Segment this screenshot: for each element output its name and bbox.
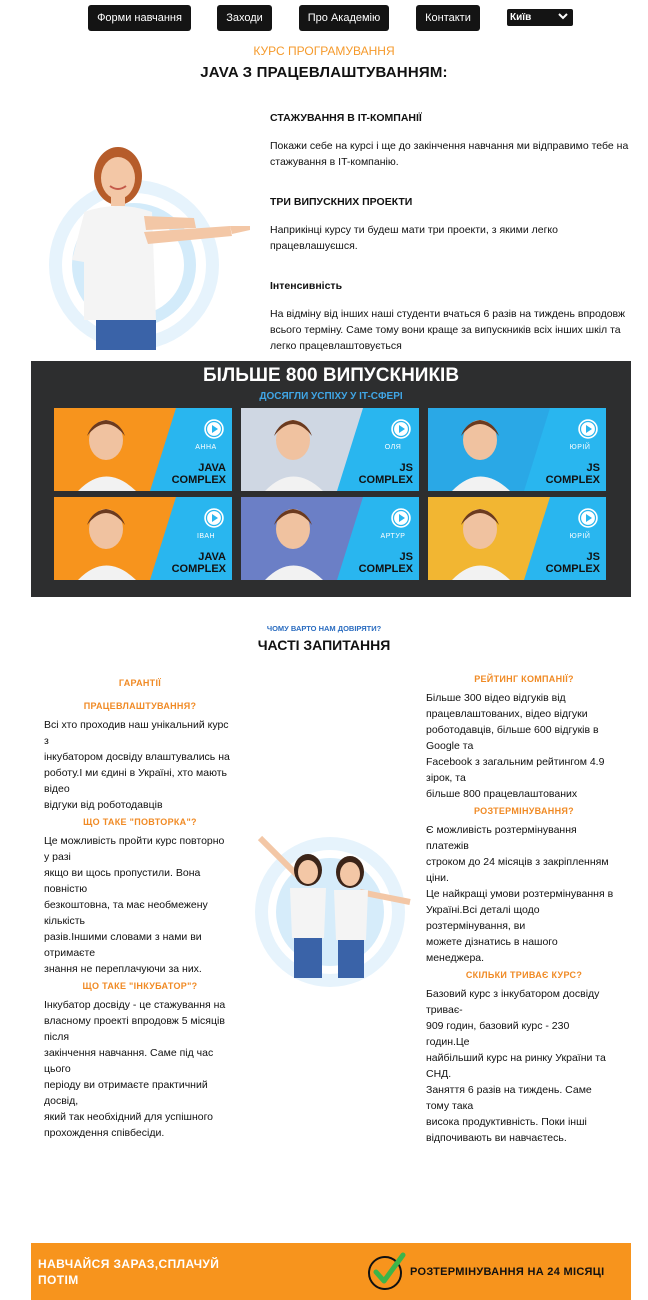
course-line-1: JS [399,551,413,563]
course-line-1: JAVA [198,551,226,563]
feature-text: Покажи себе на курсі і ще до закінчення … [270,140,629,168]
graduate-course: JS COMPLEX [359,551,413,575]
nav-contacts-button[interactable]: Контакти [416,5,480,31]
graduate-name: АННА [195,444,217,451]
course-line-1: JS [586,462,600,474]
city-select-value: Київ [510,12,532,23]
graduate-card[interactable]: ЮРІЙ JS COMPLEX [428,497,606,580]
graduate-course: JS COMPLEX [546,462,600,486]
hero-woman-pointing-image [49,147,250,350]
nav-about-button[interactable]: Про Академію [299,5,389,31]
installment-banner[interactable]: НАВЧАЙСЯ ЗАРАЗ,СПЛАЧУЙ ПОТІМ РОЗТЕРМІНУВ… [31,1243,631,1300]
graduates-section: БІЛЬШЕ 800 ВИПУСКНИКІВ ДОСЯГЛИ УСПІХУ У … [31,361,631,597]
faq-question: ГАРАНТІЇ [118,678,162,688]
city-select[interactable]: Київ [507,9,573,26]
faq-answer: Більше 300 відео відгуків від працевлашт… [426,692,605,800]
graduates-subtitle: ДОСЯГЛИ УСПІХУ У IT-СФЕРІ [259,391,403,402]
faq-kicker: ЧОМУ ВАРТО НАМ ДОВІРЯТИ? [266,624,382,633]
faq-title: ЧАСТІ ЗАПИТАННЯ [257,637,391,653]
top-nav: Форми навчання Заходи Про Академію Конта… [0,5,648,31]
graduate-name: ЮРІЙ [569,444,591,451]
feature-text: Наприкінці курсу ти будеш мати три проек… [270,224,558,252]
feature-text: На відміну від інших наші студенти вчать… [270,308,626,352]
faq-answer: Інкубатор досвіду - це стажування на вла… [44,999,226,1139]
feature-internship: СТАЖУВАННЯ В IT-КОМПАНІЇ Покажи себе на … [270,110,640,170]
hero-features: СТАЖУВАННЯ В IT-КОМПАНІЇ Покажи себе на … [270,110,640,354]
course-line-1: JS [399,462,413,474]
feature-projects: ТРИ ВИПУСКНИХ ПРОЕКТИ Наприкінці курсу т… [270,194,640,254]
course-line-2: COMPLEX [171,563,226,575]
faq-question: ЩО ТАКЕ "ІНКУБАТОР"? [82,981,198,991]
graduate-name: ІВАН [196,533,216,540]
course-line-2: COMPLEX [545,474,600,486]
course-kicker: КУРС ПРОГРАМУВАННЯ [253,44,395,58]
faq-right-column: РЕЙТИНГ КОМПАНІЇ? Більше 300 відео відгу… [426,674,622,1146]
feature-heading: СТАЖУВАННЯ В IT-КОМПАНІЇ [270,112,422,124]
graduate-name: ЮРІЙ [569,533,591,540]
chevron-down-icon [558,13,568,20]
feature-intensity: Інтенсивність На відміну від інших наші … [270,278,640,354]
play-icon[interactable] [576,417,600,441]
graduate-card[interactable]: АРТУР JS COMPLEX [241,497,419,580]
graduate-card[interactable]: ЮРІЙ JS COMPLEX [428,408,606,491]
course-line-2: COMPLEX [358,563,413,575]
graduate-course: JS COMPLEX [359,462,413,486]
faq-answer: Базовий курс з інкубатором досвіду трива… [426,988,606,1144]
course-line-1: JAVA [198,462,226,474]
check-icon [368,1252,406,1290]
faq-question: СКІЛЬКИ ТРИВАЄ КУРС? [465,970,583,980]
graduate-card[interactable]: АННА JAVA COMPLEX [54,408,232,491]
graduate-name: ОЛЯ [384,444,402,451]
feature-heading: Інтенсивність [270,280,343,292]
banner-installment-text: РОЗТЕРМІНУВАННЯ НА 24 МІСЯЦІ [410,1266,605,1278]
faq-answer: Всі хто проходив наш унікальний курс з і… [44,719,230,811]
course-line-2: COMPLEX [358,474,413,486]
nav-forms-button[interactable]: Форми навчання [88,5,191,31]
play-icon[interactable] [389,506,413,530]
nav-events-button[interactable]: Заходи [217,5,272,31]
faq-two-girls-image [255,835,411,987]
graduate-card[interactable]: ОЛЯ JS COMPLEX [241,408,419,491]
banner-study-now-text: НАВЧАЙСЯ ЗАРАЗ,СПЛАЧУЙ ПОТІМ [38,1257,220,1287]
faq-question: ЩО ТАКЕ "ПОВТОРКА"? [83,817,197,827]
faq-question: РЕЙТИНГ КОМПАНІЇ? [474,674,574,684]
play-icon[interactable] [202,506,226,530]
play-icon[interactable] [576,506,600,530]
graduate-card[interactable]: ІВАН JAVA COMPLEX [54,497,232,580]
graduates-title: БІЛЬШЕ 800 ВИПУСКНИКІВ [202,365,460,386]
faq-left-column: ГАРАНТІЇ ПРАЦЕВЛАШТУВАННЯ? Всі хто прохо… [44,678,236,1141]
graduate-course: JAVA COMPLEX [172,462,226,486]
graduate-course: JS COMPLEX [546,551,600,575]
graduate-name: АРТУР [380,533,406,540]
play-icon[interactable] [202,417,226,441]
play-icon[interactable] [389,417,413,441]
faq-answer: Це можливість пройти курс повторно у раз… [44,835,225,975]
graduate-course: JAVA COMPLEX [172,551,226,575]
faq-answer: Є можливість розтермінування платежів ст… [426,824,614,964]
course-line-1: JS [586,551,600,563]
course-line-2: COMPLEX [171,474,226,486]
faq-question: РОЗТЕРМІНУВАННЯ? [474,806,574,816]
course-line-2: COMPLEX [545,563,600,575]
course-title: JAVA З ПРАЦЕВЛАШТУВАННЯМ: [200,64,448,81]
faq-question: ПРАЦЕВЛАШТУВАННЯ? [83,701,197,711]
feature-heading: ТРИ ВИПУСКНИХ ПРОЕКТИ [270,196,413,208]
